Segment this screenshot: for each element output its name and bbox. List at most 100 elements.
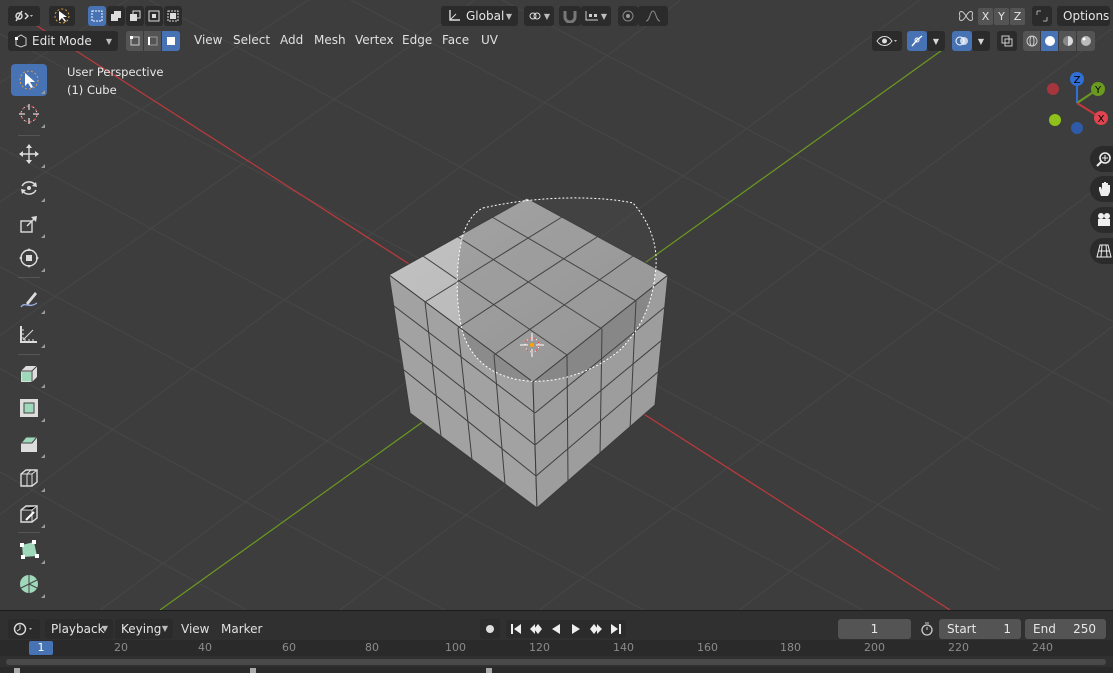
- navigation-gizmo[interactable]: Z Y X: [1047, 72, 1108, 134]
- gizmo-dropdown[interactable]: ▼: [927, 31, 945, 51]
- timeline-editor[interactable]: Playback ▼ Keying ▼ View Marker 1 Start …: [0, 610, 1113, 673]
- proportional-falloff-dropdown[interactable]: [638, 6, 668, 26]
- current-frame-indicator[interactable]: 1: [29, 641, 53, 655]
- knife-icon: [20, 505, 38, 523]
- tool-scale[interactable]: [11, 208, 47, 240]
- 3d-viewport[interactable]: Z Y X Global ▼ ▼ ▼ X Y Z Options Edit Mo…: [0, 0, 1113, 610]
- gizmo-toggle-button[interactable]: [907, 31, 927, 51]
- frame-ruler[interactable]: 1 20 40 60 80 100 120 140 160 180 200 22…: [0, 640, 1113, 656]
- select-mode-intersect-button[interactable]: [164, 6, 182, 26]
- select-mode-toggle[interactable]: [126, 31, 180, 51]
- mirror-z-button[interactable]: Z: [1010, 8, 1025, 25]
- tool-poly-build[interactable]: [11, 534, 47, 566]
- timeline-view-menu[interactable]: View: [181, 619, 209, 639]
- rendered-shading-button[interactable]: [1077, 31, 1095, 51]
- menu-face[interactable]: Face: [442, 30, 469, 50]
- preview-range-button[interactable]: [917, 619, 937, 639]
- transform-orientation-dropdown[interactable]: Global ▼: [441, 6, 518, 26]
- snap-toggle-button[interactable]: [559, 6, 581, 26]
- pan-view-button[interactable]: [1090, 176, 1113, 202]
- keyframe-forward-icon: [590, 624, 602, 634]
- select-box-icon: [19, 70, 39, 90]
- tool-knife[interactable]: [11, 498, 47, 530]
- tool-rotate[interactable]: [11, 172, 47, 204]
- vertex-select-button[interactable]: [126, 31, 144, 51]
- playback-menu[interactable]: Playback ▼: [45, 619, 113, 639]
- visibility-dropdown[interactable]: [872, 31, 902, 51]
- tool-extrude-region[interactable]: [11, 358, 47, 390]
- editor-type-icon: [15, 10, 33, 22]
- menu-uv[interactable]: UV: [481, 30, 498, 50]
- inset-icon: [20, 399, 38, 417]
- play-button[interactable]: [566, 620, 586, 638]
- auto-keying-button[interactable]: [480, 619, 500, 639]
- menu-view[interactable]: View: [194, 30, 222, 50]
- mirror-y-button[interactable]: Y: [994, 8, 1009, 25]
- tool-measure[interactable]: [11, 318, 47, 350]
- overlay-toggle-button[interactable]: [952, 31, 972, 51]
- mirror-options-button[interactable]: [956, 6, 976, 26]
- tool-move[interactable]: [11, 138, 47, 170]
- start-frame-field[interactable]: Start 1: [939, 619, 1021, 639]
- select-mode-invert-button[interactable]: [145, 6, 163, 26]
- pivot-point-dropdown[interactable]: ▼: [524, 6, 554, 26]
- jump-end-button[interactable]: [606, 620, 626, 638]
- snap-target-dropdown[interactable]: ▼: [581, 6, 611, 26]
- viewport-scene[interactable]: Z Y X: [0, 0, 1113, 610]
- solid-shading-button[interactable]: [1041, 31, 1059, 51]
- select-extend-icon: [111, 11, 121, 21]
- options-dropdown[interactable]: Options: [1057, 6, 1110, 26]
- wireframe-shading-button[interactable]: [1023, 31, 1041, 51]
- chevron-down-icon: ▼: [101, 624, 108, 633]
- menu-vertex[interactable]: Vertex: [355, 30, 394, 50]
- face-select-button[interactable]: [162, 31, 180, 51]
- camera-view-button[interactable]: [1090, 207, 1113, 233]
- current-frame-field[interactable]: 1: [838, 619, 911, 639]
- tool-bevel[interactable]: [11, 428, 47, 460]
- tool-select-dropdown[interactable]: [49, 6, 75, 26]
- tool-select-box[interactable]: [11, 64, 47, 96]
- play-reverse-button[interactable]: [546, 620, 566, 638]
- select-mode-new-button[interactable]: [88, 6, 106, 26]
- tool-annotate[interactable]: [11, 284, 47, 316]
- edge-select-button[interactable]: [144, 31, 162, 51]
- menu-mesh[interactable]: Mesh: [314, 30, 346, 50]
- jump-keyframe-forward-button[interactable]: [586, 620, 606, 638]
- chevron-down-icon: ▼: [977, 36, 985, 46]
- tool-loop-cut[interactable]: [11, 462, 47, 494]
- mode-dropdown[interactable]: Edit Mode ▼: [8, 31, 118, 51]
- jump-start-button[interactable]: [506, 620, 526, 638]
- tool-inset-faces[interactable]: [11, 392, 47, 424]
- overlay-dropdown[interactable]: ▼: [972, 31, 990, 51]
- menu-edge[interactable]: Edge: [402, 30, 432, 50]
- xray-toggle-button[interactable]: [997, 31, 1017, 51]
- end-frame-field[interactable]: End 250: [1025, 619, 1106, 639]
- chevron-down-icon: ▼: [600, 11, 607, 21]
- menu-select[interactable]: Select: [233, 30, 270, 50]
- hand-icon: [1099, 182, 1110, 196]
- keying-menu[interactable]: Keying ▼: [115, 619, 173, 639]
- material-shading-button[interactable]: [1059, 31, 1077, 51]
- tool-transform[interactable]: [11, 242, 47, 274]
- mirror-x-button[interactable]: X: [978, 8, 993, 25]
- perspective-label: User Perspective: [67, 65, 164, 79]
- shading-mode-toggle[interactable]: [1023, 31, 1095, 51]
- timeline-marker-menu[interactable]: Marker: [221, 619, 262, 639]
- select-mode-extend-button[interactable]: [107, 6, 125, 26]
- gizmo-x-label: X: [1098, 114, 1105, 125]
- pivot-point-icon: [529, 12, 541, 20]
- poly-build-icon: [20, 540, 39, 559]
- autoscale-button[interactable]: [1032, 6, 1052, 26]
- timeline-scrollbar[interactable]: [6, 659, 1106, 665]
- tool-spin[interactable]: [11, 568, 47, 600]
- editor-type-button[interactable]: [8, 6, 40, 26]
- zoom-magnifier-icon: [1096, 152, 1111, 167]
- select-mode-subtract-button[interactable]: [126, 6, 144, 26]
- jump-keyframe-back-button[interactable]: [526, 620, 546, 638]
- tool-cursor[interactable]: [11, 98, 47, 130]
- timeline-editor-type-button[interactable]: [8, 619, 40, 639]
- menu-add[interactable]: Add: [280, 30, 303, 50]
- zoom-view-button[interactable]: [1090, 146, 1113, 172]
- ortho-toggle-button[interactable]: [1090, 238, 1113, 264]
- proportional-edit-button[interactable]: [618, 6, 638, 26]
